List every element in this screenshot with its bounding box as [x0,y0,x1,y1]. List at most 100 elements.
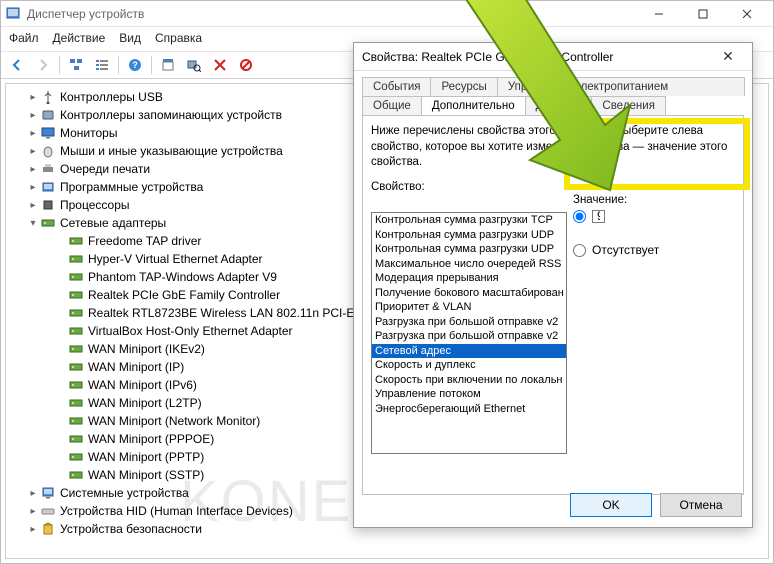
menu-action[interactable]: Действие [53,31,106,45]
app-icon [5,6,21,22]
tab-power[interactable]: Управление электропитанием [497,77,745,96]
network-adapter-icon [68,251,84,267]
expand-icon[interactable]: ▸ [26,164,40,175]
tab-driver[interactable]: Драйвер [525,96,593,115]
usb-icon [40,89,56,105]
property-item[interactable]: Модерация прерывания [372,271,566,286]
network-adapter-icon [68,449,84,465]
toolbar-disable-icon[interactable] [234,54,258,76]
menu-file[interactable]: Файл [9,31,39,45]
dialog-titlebar: Свойства: Realtek PCIe GbE Family Contro… [354,43,752,71]
tree-label: Очереди печати [60,162,150,176]
network-icon [40,215,56,231]
toolbar-forward-icon[interactable] [31,54,55,76]
tree-label: Устройства HID (Human Interface Devices) [60,504,293,518]
property-item[interactable]: Контрольная сумма разгрузки UDP [372,228,566,243]
tab-body: Ниже перечислены свойства этого адаптера… [362,115,744,495]
expand-icon[interactable]: ▸ [26,506,40,517]
value-input[interactable] [592,210,605,223]
close-button[interactable] [725,2,769,26]
property-item[interactable]: Приоритет & VLAN [372,300,566,315]
tab-resources[interactable]: Ресурсы [430,77,497,96]
property-item[interactable]: Скорость и дуплекс [372,358,566,373]
svg-text:?: ? [132,60,138,70]
dialog-close-icon[interactable]: ✕ [712,48,744,65]
tree-label: Freedome TAP driver [88,234,201,248]
value-radio-absent[interactable] [573,244,586,257]
expand-icon[interactable]: ▸ [26,92,40,103]
tree-label: Phantom TAP-Windows Adapter V9 [88,270,277,284]
property-item[interactable]: Скорость при включении по локальн [372,373,566,388]
toolbar-separator [151,56,152,74]
tree-label: Программные устройства [60,180,203,194]
tree-label: WAN Miniport (Network Monitor) [88,414,260,428]
menu-view[interactable]: Вид [119,31,141,45]
cancel-button[interactable]: Отмена [660,493,742,517]
network-adapter-icon [68,233,84,249]
network-adapter-icon [68,305,84,321]
menu-help[interactable]: Справка [155,31,202,45]
window-controls [637,2,769,26]
value-radio-set[interactable] [573,210,586,223]
expand-icon[interactable]: ▸ [26,128,40,139]
expand-icon[interactable]: ▸ [26,146,40,157]
value-label: Значение: [573,194,735,206]
property-listbox[interactable]: Контрольная сумма разгрузки TCPКонтрольн… [371,212,567,454]
network-adapter-icon [68,323,84,339]
tree-label: Мыши и иные указывающие устройства [60,144,283,158]
tree-label: Контроллеры USB [60,90,163,104]
property-item[interactable]: Сетевой адрес [372,344,566,359]
tab-advanced[interactable]: Дополнительно [421,96,526,115]
tree-label: Устройства безопасности [60,522,202,536]
window-title: Диспетчер устройств [27,7,637,21]
tree-label: WAN Miniport (IPv6) [88,378,197,392]
expand-icon[interactable]: ▾ [26,218,40,229]
property-item[interactable]: Контрольная сумма разгрузки UDP [372,242,566,257]
property-item[interactable]: Разгрузка при большой отправке v2 [372,315,566,330]
property-item[interactable]: Максимальное число очередей RSS [372,257,566,272]
dialog-title: Свойства: Realtek PCIe GbE Family Contro… [362,50,712,64]
monitor-icon [40,125,56,141]
dialog-buttons: OK Отмена [570,493,742,517]
software-icon [40,179,56,195]
ok-button[interactable]: OK [570,493,652,517]
expand-icon[interactable]: ▸ [26,524,40,535]
tree-label: WAN Miniport (L2TP) [88,396,202,410]
expand-icon[interactable]: ▸ [26,110,40,121]
network-adapter-icon [68,431,84,447]
network-adapter-icon [68,287,84,303]
toolbar-separator [118,56,119,74]
property-item[interactable]: Разгрузка при большой отправке v2 [372,329,566,344]
toolbar-list-icon[interactable] [90,54,114,76]
tree-label: VirtualBox Host-Only Ethernet Adapter [88,324,293,338]
property-item[interactable]: Контрольная сумма разгрузки TCP [372,213,566,228]
tab-events[interactable]: События [362,77,431,96]
toolbar-properties-icon[interactable] [156,54,180,76]
property-item[interactable]: Энергосберегающий Ethernet [372,402,566,417]
toolbar-separator [59,56,60,74]
network-adapter-icon [68,395,84,411]
property-item[interactable]: Получение бокового масштабирован [372,286,566,301]
expand-icon[interactable]: ▸ [26,488,40,499]
toolbar-scan-icon[interactable] [182,54,206,76]
toolbar-remove-icon[interactable] [208,54,232,76]
dialog-tabs: События Ресурсы Управление электропитани… [354,71,752,115]
toolbar-back-icon[interactable] [5,54,29,76]
properties-dialog: Свойства: Realtek PCIe GbE Family Contro… [353,42,753,528]
maximize-button[interactable] [681,2,725,26]
toolbar-tree-icon[interactable] [64,54,88,76]
value-pane: Значение: Отсутствует [573,194,735,261]
value-absent-label: Отсутствует [592,243,659,257]
tree-label: WAN Miniport (IP) [88,360,184,374]
property-item[interactable]: Управление потоком [372,387,566,402]
network-adapter-icon [68,269,84,285]
toolbar-help-icon[interactable]: ? [123,54,147,76]
tree-label: Контроллеры запоминающих устройств [60,108,282,122]
expand-icon[interactable]: ▸ [26,182,40,193]
tree-label: Сетевые адаптеры [60,216,166,230]
tab-general[interactable]: Общие [362,96,422,115]
tree-label: Realtek RTL8723BE Wireless LAN 802.11n P… [88,306,378,320]
minimize-button[interactable] [637,2,681,26]
expand-icon[interactable]: ▸ [26,200,40,211]
tab-details[interactable]: Сведения [591,96,666,115]
